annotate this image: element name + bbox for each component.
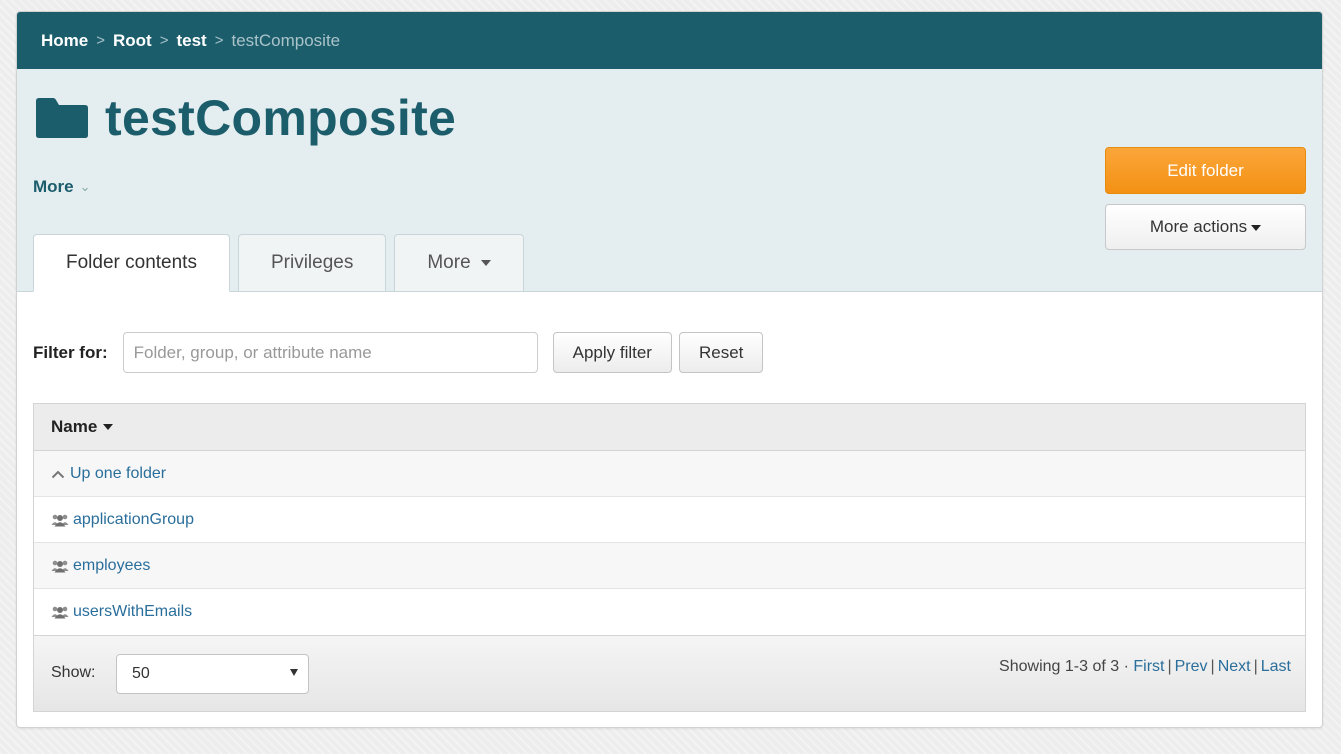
table-body: Up one folder applicationGroup employees… — [34, 451, 1305, 635]
group-link-userswithemails[interactable]: usersWithEmails — [73, 603, 192, 621]
tab-privileges[interactable]: Privileges — [237, 234, 387, 291]
more-actions-label: More actions — [1149, 217, 1248, 236]
title-row: testComposite — [33, 89, 456, 147]
showing-text: Showing 1-3 of 3 · — [999, 658, 1129, 675]
filter-label: Filter for: — [33, 342, 108, 362]
folder-icon — [36, 98, 88, 138]
last-page-link[interactable]: Last — [1261, 658, 1291, 676]
tab-folder-contents[interactable]: Folder contents — [33, 234, 230, 292]
more-dropdown[interactable]: More ⌄ — [33, 177, 91, 197]
caret-down-icon — [290, 669, 298, 676]
group-icon — [51, 514, 69, 526]
chevron-down-icon: ⌄ — [79, 179, 91, 194]
breadcrumb-test[interactable]: test — [176, 31, 206, 51]
table-footer: Show: 50 Showing 1-3 of 3 · First | Prev | N… — [34, 635, 1305, 711]
tab-more[interactable]: More — [394, 234, 524, 291]
main-panel: Home > Root > test > testComposite testC… — [16, 11, 1323, 728]
tab-bar: Folder contents Privileges More — [33, 234, 532, 292]
page-size-value: 50 — [132, 665, 150, 682]
group-icon — [51, 560, 69, 572]
tab-label: Folder contents — [66, 252, 197, 273]
column-header-label: Name — [51, 417, 98, 436]
table-row: usersWithEmails — [34, 589, 1305, 635]
breadcrumb-separator: > — [96, 32, 105, 49]
page-title: testComposite — [105, 90, 457, 146]
breadcrumb-home[interactable]: Home — [41, 31, 88, 51]
caret-down-icon — [1251, 224, 1262, 231]
group-icon — [51, 606, 69, 619]
folder-header: testComposite More ⌄ Edit folder More ac… — [17, 69, 1322, 292]
breadcrumb: Home > Root > test > testComposite — [17, 12, 1322, 69]
tab-label: Privileges — [270, 252, 354, 273]
show-label: Show: — [51, 664, 96, 681]
sort-caret-icon — [103, 424, 114, 430]
up-one-folder-link[interactable]: Up one folder — [70, 465, 166, 483]
page-size-select[interactable]: 50 — [116, 654, 309, 694]
apply-filter-button[interactable]: Apply filter — [552, 332, 672, 373]
table-row: applicationGroup — [34, 497, 1305, 543]
pagination: Showing 1-3 of 3 · First | Prev | Next | Last — [999, 658, 1291, 676]
next-page-link[interactable]: Next — [1218, 658, 1251, 676]
group-link-employees[interactable]: employees — [73, 557, 150, 575]
breadcrumb-separator: > — [159, 32, 169, 49]
chevron-up-icon — [51, 470, 65, 478]
table-row: employees — [34, 543, 1305, 589]
table-row: Up one folder — [34, 451, 1305, 497]
pipe-separator: | — [1167, 658, 1172, 675]
name-column-header[interactable]: Name — [34, 404, 1305, 451]
caret-down-icon — [480, 260, 491, 266]
reset-button[interactable]: Reset — [678, 332, 764, 373]
contents-table: Name Up one folder applicationGroup empl… — [33, 403, 1306, 712]
pipe-separator: | — [1210, 658, 1215, 675]
tab-label: More — [427, 252, 471, 273]
first-page-link[interactable]: First — [1133, 658, 1164, 676]
more-label: More — [33, 177, 74, 196]
filter-row: Filter for: Apply filter Reset — [33, 332, 764, 373]
breadcrumb-root[interactable]: Root — [113, 31, 152, 51]
filter-input[interactable] — [122, 332, 538, 373]
prev-page-link[interactable]: Prev — [1175, 658, 1208, 676]
breadcrumb-separator: > — [214, 32, 224, 49]
edit-folder-button[interactable]: Edit folder — [1105, 147, 1306, 194]
more-actions-button[interactable]: More actions — [1105, 204, 1306, 250]
pipe-separator: | — [1253, 658, 1258, 675]
breadcrumb-current: testComposite — [231, 30, 341, 50]
group-link-applicationgroup[interactable]: applicationGroup — [73, 511, 194, 529]
